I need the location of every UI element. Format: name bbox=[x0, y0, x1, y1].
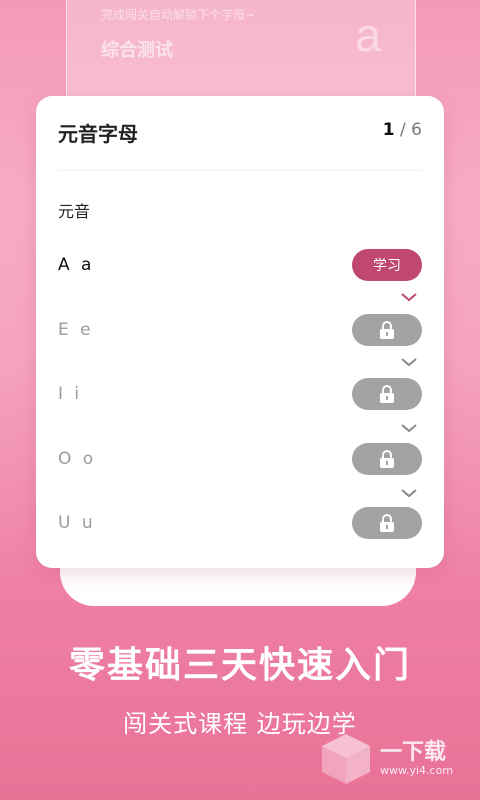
lock-icon bbox=[380, 450, 394, 468]
lesson-label-o: O o bbox=[58, 449, 97, 469]
chevron-down-icon bbox=[401, 489, 417, 498]
lesson-row-i: I i bbox=[58, 378, 422, 410]
watermark-name: 一下载 bbox=[380, 740, 447, 765]
page-separator: / bbox=[400, 120, 406, 140]
card-header: 元音字母 1 / 6 bbox=[58, 118, 422, 148]
section-label: 元音 bbox=[58, 202, 91, 221]
page-indicator: 1 / 6 bbox=[383, 120, 422, 140]
background-card-title: 综合测试 bbox=[101, 40, 173, 61]
card-title: 元音字母 bbox=[58, 122, 138, 146]
page-total: 6 bbox=[411, 120, 422, 140]
page-current: 1 bbox=[382, 120, 395, 140]
locked-button bbox=[352, 314, 422, 346]
chevron-down-icon bbox=[401, 358, 417, 367]
promo-headline: 零基础三天快速入门 bbox=[68, 645, 411, 686]
lesson-label-a: A a bbox=[58, 255, 95, 275]
lock-icon bbox=[380, 385, 394, 403]
lesson-card: 元音字母 1 / 6 元音 A a 学习 E e I i O o U u bbox=[36, 96, 444, 568]
lesson-row-e: E e bbox=[58, 314, 422, 346]
lock-icon bbox=[380, 514, 394, 532]
lesson-row-u: U u bbox=[58, 507, 422, 539]
study-button[interactable]: 学习 bbox=[352, 249, 422, 281]
chevron-down-icon bbox=[401, 293, 417, 302]
lesson-label-i: I i bbox=[58, 384, 83, 404]
lock-icon bbox=[380, 321, 394, 339]
header-divider bbox=[58, 170, 422, 171]
lesson-row-o: O o bbox=[58, 443, 422, 475]
unlock-hint: 完成闯关自动解锁下个字母~ bbox=[101, 8, 256, 22]
watermark-url: www.yi4.com bbox=[380, 764, 454, 777]
lesson-row-a[interactable]: A a 学习 bbox=[58, 249, 422, 281]
locked-button bbox=[352, 507, 422, 539]
chevron-down-icon bbox=[401, 424, 417, 433]
locked-button bbox=[352, 378, 422, 410]
lesson-label-e: E e bbox=[58, 320, 94, 340]
watermark: 一下载 www.yi4.com bbox=[318, 730, 468, 790]
lesson-label-u: U u bbox=[58, 513, 96, 533]
locked-button bbox=[352, 443, 422, 475]
cube-logo-icon bbox=[322, 734, 370, 784]
background-card-letter: a bbox=[355, 9, 381, 61]
